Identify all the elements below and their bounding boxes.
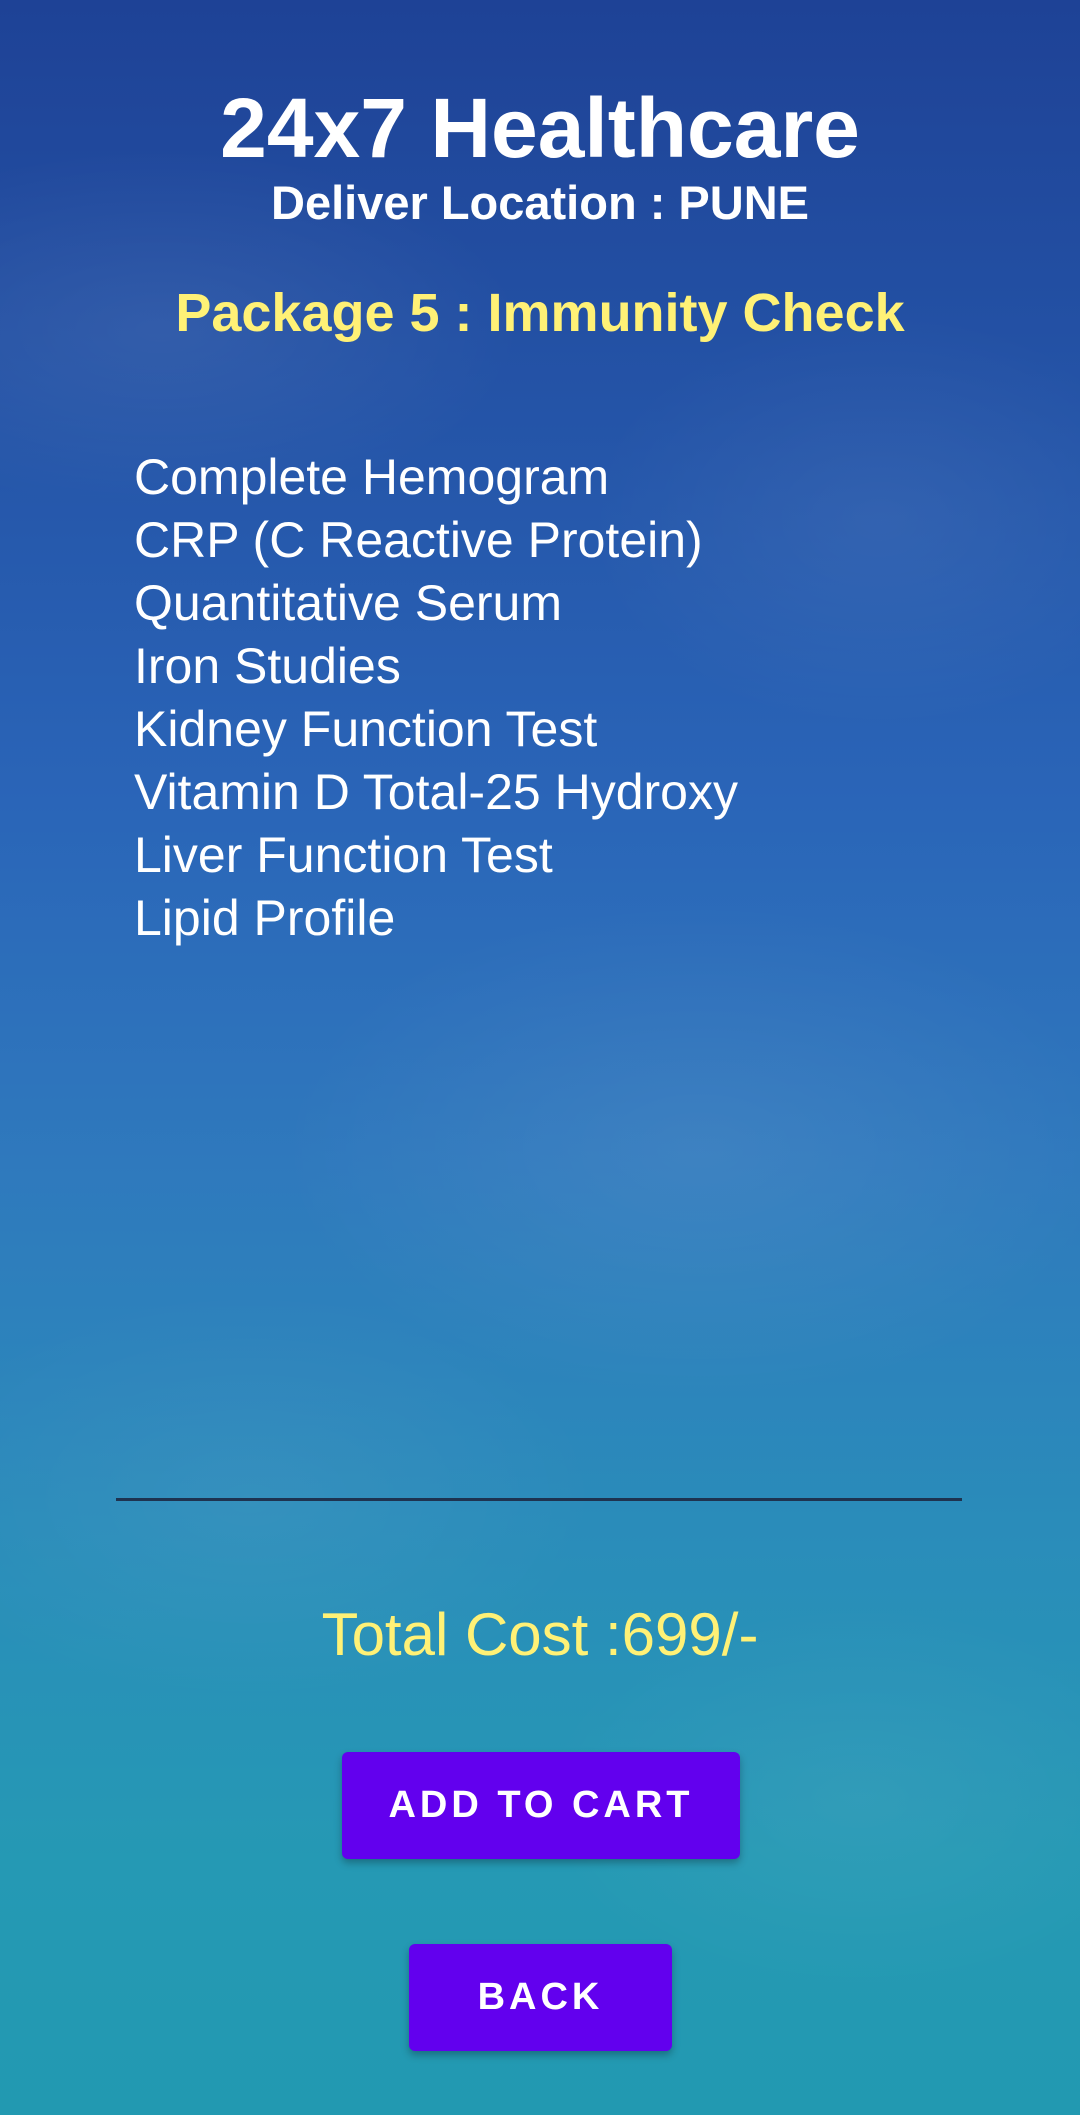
back-button[interactable]: BACK — [409, 1944, 672, 2051]
list-item: Quantitative Serum — [134, 575, 562, 631]
total-cost: Total Cost :699/- — [321, 1601, 759, 1668]
test-list: Complete Hemogram CRP (C Reactive Protei… — [134, 446, 738, 950]
divider — [116, 1498, 962, 1501]
list-item: Liver Function Test — [134, 827, 553, 883]
list-item: Complete Hemogram — [134, 449, 610, 505]
list-item: CRP (C Reactive Protein) — [134, 512, 703, 568]
package-title: Package 5 : Immunity Check — [175, 283, 905, 343]
list-item: Lipid Profile — [134, 890, 396, 946]
add-to-cart-button[interactable]: ADD TO CART — [342, 1752, 740, 1859]
list-item: Iron Studies — [134, 638, 401, 694]
list-item: Kidney Function Test — [134, 701, 598, 757]
app-title: 24x7 Healthcare — [220, 81, 860, 175]
list-item: Vitamin D Total-25 Hydroxy — [134, 764, 738, 820]
delivery-location: Deliver Location : PUNE — [271, 176, 809, 229]
